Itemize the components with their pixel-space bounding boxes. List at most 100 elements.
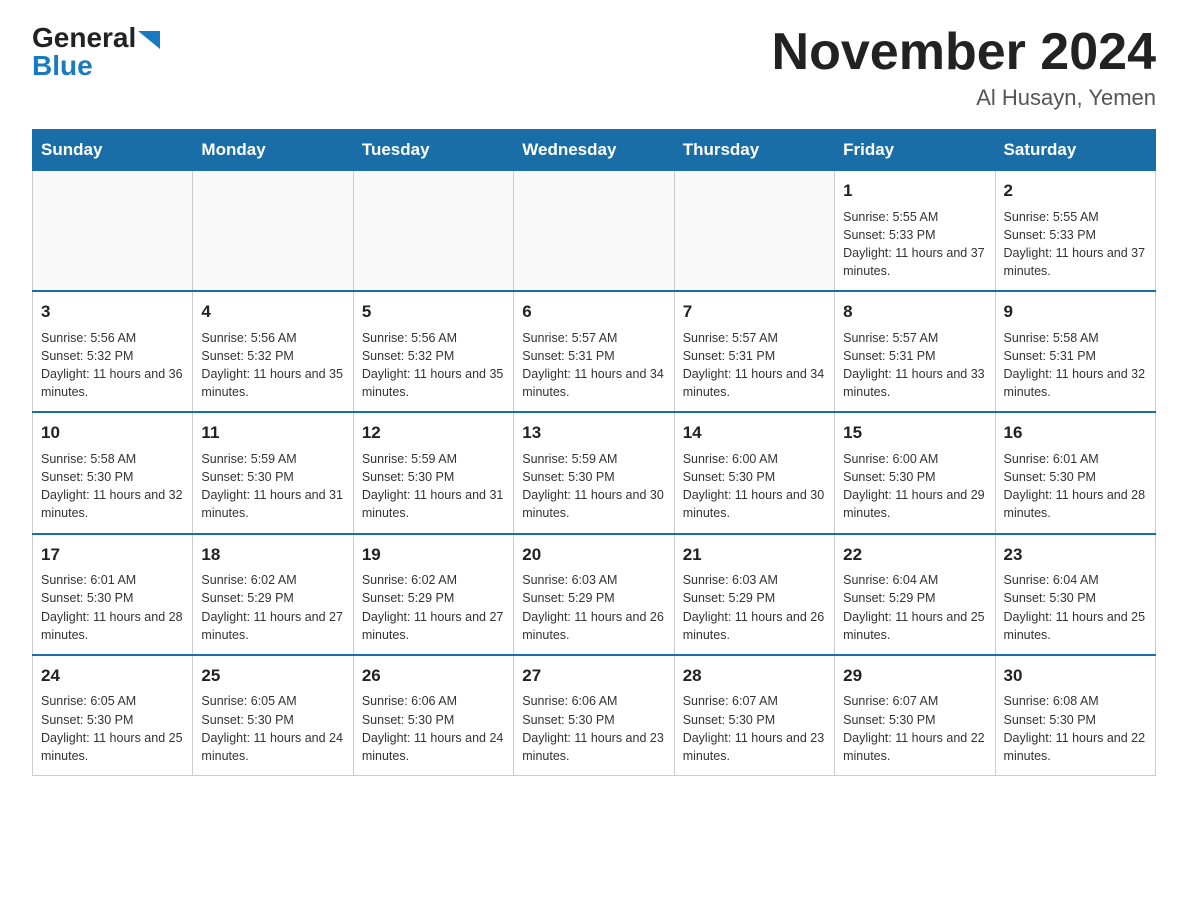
day-info: Sunrise: 6:01 AMSunset: 5:30 PMDaylight:…: [1004, 450, 1147, 523]
week-row-3: 10Sunrise: 5:58 AMSunset: 5:30 PMDayligh…: [33, 412, 1156, 533]
weekday-header-tuesday: Tuesday: [353, 130, 513, 171]
week-row-4: 17 Sunrise: 6:01 AMSunset: 5:30 PMDayligh…: [33, 534, 1156, 655]
calendar-cell: 8Sunrise: 5:57 AMSunset: 5:31 PMDaylight…: [835, 291, 995, 412]
logo: General Blue: [32, 24, 160, 80]
week-row-5: 24 Sunrise: 6:05 AMSunset: 5:30 PMDayligh…: [33, 655, 1156, 776]
calendar-cell: 6 Sunrise: 5:57 AMSunset: 5:31 PMDaylight…: [514, 291, 674, 412]
logo-general-text: General: [32, 24, 136, 52]
day-number: 12: [362, 421, 505, 446]
month-title: November 2024: [772, 24, 1156, 81]
day-number: 29: [843, 664, 986, 689]
day-info: Sunrise: 5:59 AMSunset: 5:30 PMDaylight:…: [522, 450, 665, 523]
week-row-2: 3 Sunrise: 5:56 AMSunset: 5:32 PMDaylight…: [33, 291, 1156, 412]
day-number: 30: [1004, 664, 1147, 689]
day-info: Sunrise: 6:00 AMSunset: 5:30 PMDaylight:…: [683, 450, 826, 523]
calendar-cell: 10Sunrise: 5:58 AMSunset: 5:30 PMDayligh…: [33, 412, 193, 533]
day-number: 24: [41, 664, 184, 689]
day-number: 17: [41, 543, 184, 568]
calendar-cell: 5 Sunrise: 5:56 AMSunset: 5:32 PMDaylight…: [353, 291, 513, 412]
page-header: General Blue November 2024 Al Husayn, Ye…: [32, 24, 1156, 111]
calendar-cell: 11 Sunrise: 5:59 AMSunset: 5:30 PMDayligh…: [193, 412, 353, 533]
day-number: 21: [683, 543, 826, 568]
day-number: 9: [1004, 300, 1147, 325]
day-number: 14: [683, 421, 826, 446]
day-info: Sunrise: 6:06 AMSunset: 5:30 PMDaylight:…: [362, 692, 505, 765]
day-info: Sunrise: 5:57 AMSunset: 5:31 PMDaylight:…: [522, 329, 665, 402]
day-number: 8: [843, 300, 986, 325]
day-info: Sunrise: 6:00 AMSunset: 5:30 PMDaylight:…: [843, 450, 986, 523]
calendar-cell: 30 Sunrise: 6:08 AMSunset: 5:30 PMDayligh…: [995, 655, 1155, 776]
day-number: 23: [1004, 543, 1147, 568]
weekday-header-friday: Friday: [835, 130, 995, 171]
calendar-cell: [193, 171, 353, 292]
calendar-cell: 17 Sunrise: 6:01 AMSunset: 5:30 PMDayligh…: [33, 534, 193, 655]
weekday-header-monday: Monday: [193, 130, 353, 171]
calendar-table: SundayMondayTuesdayWednesdayThursdayFrid…: [32, 129, 1156, 776]
calendar-cell: 1 Sunrise: 5:55 AMSunset: 5:33 PMDaylight…: [835, 171, 995, 292]
day-number: 5: [362, 300, 505, 325]
calendar-cell: 13 Sunrise: 5:59 AMSunset: 5:30 PMDayligh…: [514, 412, 674, 533]
week-row-1: 1 Sunrise: 5:55 AMSunset: 5:33 PMDaylight…: [33, 171, 1156, 292]
day-info: Sunrise: 6:04 AMSunset: 5:30 PMDaylight:…: [1004, 571, 1147, 644]
calendar-cell: 15Sunrise: 6:00 AMSunset: 5:30 PMDayligh…: [835, 412, 995, 533]
calendar-cell: 27Sunrise: 6:06 AMSunset: 5:30 PMDayligh…: [514, 655, 674, 776]
location-title: Al Husayn, Yemen: [772, 85, 1156, 111]
calendar-cell: 12 Sunrise: 5:59 AMSunset: 5:30 PMDayligh…: [353, 412, 513, 533]
day-info: Sunrise: 5:59 AMSunset: 5:30 PMDaylight:…: [201, 450, 344, 523]
day-number: 2: [1004, 179, 1147, 204]
day-number: 1: [843, 179, 986, 204]
day-info: Sunrise: 6:03 AMSunset: 5:29 PMDaylight:…: [683, 571, 826, 644]
calendar-cell: 29 Sunrise: 6:07 AMSunset: 5:30 PMDayligh…: [835, 655, 995, 776]
day-info: Sunrise: 6:07 AMSunset: 5:30 PMDaylight:…: [683, 692, 826, 765]
calendar-cell: 19 Sunrise: 6:02 AMSunset: 5:29 PMDayligh…: [353, 534, 513, 655]
day-info: Sunrise: 6:02 AMSunset: 5:29 PMDaylight:…: [362, 571, 505, 644]
day-number: 13: [522, 421, 665, 446]
logo-blue-text: Blue: [32, 50, 93, 81]
day-info: Sunrise: 6:08 AMSunset: 5:30 PMDaylight:…: [1004, 692, 1147, 765]
weekday-header-row: SundayMondayTuesdayWednesdayThursdayFrid…: [33, 130, 1156, 171]
day-info: Sunrise: 6:07 AMSunset: 5:30 PMDaylight:…: [843, 692, 986, 765]
calendar-cell: 21 Sunrise: 6:03 AMSunset: 5:29 PMDayligh…: [674, 534, 834, 655]
calendar-cell: 18 Sunrise: 6:02 AMSunset: 5:29 PMDayligh…: [193, 534, 353, 655]
calendar-cell: 25 Sunrise: 6:05 AMSunset: 5:30 PMDayligh…: [193, 655, 353, 776]
calendar-cell: 24 Sunrise: 6:05 AMSunset: 5:30 PMDayligh…: [33, 655, 193, 776]
day-number: 4: [201, 300, 344, 325]
calendar-cell: [353, 171, 513, 292]
day-info: Sunrise: 5:55 AMSunset: 5:33 PMDaylight:…: [843, 208, 986, 281]
day-number: 6: [522, 300, 665, 325]
day-number: 19: [362, 543, 505, 568]
calendar-cell: 9 Sunrise: 5:58 AMSunset: 5:31 PMDaylight…: [995, 291, 1155, 412]
day-info: Sunrise: 5:59 AMSunset: 5:30 PMDaylight:…: [362, 450, 505, 523]
calendar-cell: 20Sunrise: 6:03 AMSunset: 5:29 PMDayligh…: [514, 534, 674, 655]
day-number: 3: [41, 300, 184, 325]
day-number: 11: [201, 421, 344, 446]
day-info: Sunrise: 6:01 AMSunset: 5:30 PMDaylight:…: [41, 571, 184, 644]
day-number: 28: [683, 664, 826, 689]
day-info: Sunrise: 6:04 AMSunset: 5:29 PMDaylight:…: [843, 571, 986, 644]
calendar-cell: 23 Sunrise: 6:04 AMSunset: 5:30 PMDayligh…: [995, 534, 1155, 655]
day-info: Sunrise: 5:56 AMSunset: 5:32 PMDaylight:…: [41, 329, 184, 402]
day-info: Sunrise: 5:56 AMSunset: 5:32 PMDaylight:…: [362, 329, 505, 402]
day-number: 7: [683, 300, 826, 325]
day-number: 18: [201, 543, 344, 568]
calendar-cell: 2 Sunrise: 5:55 AMSunset: 5:33 PMDaylight…: [995, 171, 1155, 292]
calendar-cell: 3 Sunrise: 5:56 AMSunset: 5:32 PMDaylight…: [33, 291, 193, 412]
calendar-cell: 14 Sunrise: 6:00 AMSunset: 5:30 PMDayligh…: [674, 412, 834, 533]
day-info: Sunrise: 5:56 AMSunset: 5:32 PMDaylight:…: [201, 329, 344, 402]
calendar-cell: [514, 171, 674, 292]
day-number: 26: [362, 664, 505, 689]
day-info: Sunrise: 6:05 AMSunset: 5:30 PMDaylight:…: [201, 692, 344, 765]
calendar-cell: 28 Sunrise: 6:07 AMSunset: 5:30 PMDayligh…: [674, 655, 834, 776]
day-number: 25: [201, 664, 344, 689]
day-info: Sunrise: 5:58 AMSunset: 5:31 PMDaylight:…: [1004, 329, 1147, 402]
day-info: Sunrise: 6:05 AMSunset: 5:30 PMDaylight:…: [41, 692, 184, 765]
day-info: Sunrise: 6:02 AMSunset: 5:29 PMDaylight:…: [201, 571, 344, 644]
calendar-cell: [674, 171, 834, 292]
day-info: Sunrise: 5:55 AMSunset: 5:33 PMDaylight:…: [1004, 208, 1147, 281]
calendar-cell: 26 Sunrise: 6:06 AMSunset: 5:30 PMDayligh…: [353, 655, 513, 776]
day-info: Sunrise: 5:57 AMSunset: 5:31 PMDaylight:…: [683, 329, 826, 402]
day-number: 27: [522, 664, 665, 689]
day-info: Sunrise: 6:03 AMSunset: 5:29 PMDaylight:…: [522, 571, 665, 644]
calendar-cell: 16Sunrise: 6:01 AMSunset: 5:30 PMDayligh…: [995, 412, 1155, 533]
weekday-header-thursday: Thursday: [674, 130, 834, 171]
